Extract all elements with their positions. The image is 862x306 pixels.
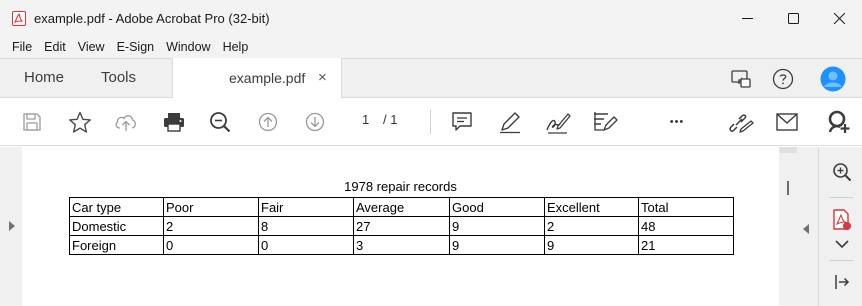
profile-avatar[interactable]	[820, 66, 846, 92]
tab-close-icon[interactable]: ×	[318, 58, 327, 98]
email-icon[interactable]	[774, 109, 800, 135]
window-title: example.pdf - Adobe Acrobat Pro (32-bit)	[34, 10, 270, 26]
comment-icon[interactable]	[449, 109, 475, 135]
tab-bar: Home Tools example.pdf ×	[0, 58, 862, 98]
pdf-page: 1978 repair records Car type Poor Fair A…	[22, 147, 779, 306]
header-cell: Good	[449, 197, 545, 217]
page-number-input[interactable]: 1	[362, 112, 369, 127]
save-icon[interactable]	[19, 109, 45, 135]
more-icon[interactable]: •••	[661, 109, 693, 135]
header-cell: Car type	[69, 197, 164, 217]
panel-divider	[829, 260, 853, 261]
scrollbar-top-cap	[779, 147, 797, 153]
header-cell: Total	[638, 197, 734, 217]
table-cell: 21	[638, 235, 734, 255]
chevron-down-icon[interactable]	[831, 233, 853, 255]
share-link-icon[interactable]	[728, 109, 754, 135]
table-cell: 9	[544, 235, 639, 255]
share-screen-icon[interactable]	[728, 66, 754, 92]
table-row: Foreign 0 0 3 9 9 21	[69, 235, 734, 255]
menu-esign[interactable]: E-Sign	[111, 40, 161, 54]
toolbar: 1 / 1 •••	[0, 98, 862, 146]
add-user-icon[interactable]	[826, 109, 852, 135]
panel-divider	[829, 197, 853, 198]
repair-records-table: Car type Poor Fair Average Good Excellen…	[69, 197, 734, 255]
collapse-panel-icon[interactable]	[831, 271, 853, 293]
table-cell: Foreign	[69, 235, 164, 255]
page-down-icon[interactable]	[302, 109, 328, 135]
table-cell: Domestic	[69, 216, 164, 236]
table-cell: 0	[163, 235, 259, 255]
table-cell: 0	[258, 235, 354, 255]
scrollbar-thumb[interactable]	[787, 181, 789, 195]
header-cell: Poor	[163, 197, 259, 217]
menu-window[interactable]: Window	[160, 40, 216, 54]
menu-file[interactable]: File	[6, 40, 38, 54]
page-up-icon[interactable]	[255, 109, 281, 135]
help-icon[interactable]	[770, 66, 796, 92]
table-cell: 3	[353, 235, 450, 255]
upload-cloud-icon[interactable]	[113, 109, 139, 135]
table-cell: 9	[449, 235, 545, 255]
fill-form-icon[interactable]	[592, 109, 618, 135]
table-header-row: Car type Poor Fair Average Good Excellen…	[69, 197, 734, 217]
acrobat-pdf-icon	[12, 10, 26, 26]
document-tab-label: example.pdf	[229, 70, 306, 86]
vertical-scrollbar[interactable]	[779, 147, 797, 306]
table-cell: 2	[163, 216, 259, 236]
bookmark-star-icon[interactable]	[67, 109, 93, 135]
table-cell: 27	[353, 216, 450, 236]
table-cell: 9	[449, 216, 545, 236]
title-bar: example.pdf - Adobe Acrobat Pro (32-bit)	[0, 0, 862, 36]
right-panel-collapse-icon[interactable]	[803, 224, 809, 234]
tab-document[interactable]: example.pdf ×	[172, 58, 342, 98]
header-cell: Excellent	[544, 197, 639, 217]
menu-help[interactable]: Help	[217, 40, 255, 54]
zoom-panel-icon[interactable]	[831, 161, 853, 183]
highlight-pen-icon[interactable]	[497, 109, 523, 135]
close-icon[interactable]	[816, 0, 862, 36]
minimize-icon[interactable]	[724, 0, 770, 36]
document-workspace: 1978 repair records Car type Poor Fair A…	[0, 147, 862, 306]
maximize-icon[interactable]	[770, 0, 816, 36]
sign-icon[interactable]	[545, 109, 571, 135]
page-total: / 1	[383, 112, 398, 127]
table-row: Domestic 2 8 27 9 2 48	[69, 216, 734, 236]
table-cell: 2	[544, 216, 639, 236]
tab-tools[interactable]: Tools	[101, 59, 136, 97]
header-cell: Average	[353, 197, 450, 217]
export-pdf-icon[interactable]	[831, 209, 853, 231]
table-caption: 1978 repair records	[344, 179, 457, 194]
left-panel-expand-icon[interactable]	[9, 221, 15, 231]
tab-home[interactable]: Home	[24, 59, 64, 97]
table-cell: 48	[638, 216, 734, 236]
header-cell: Fair	[258, 197, 354, 217]
toolbar-divider	[430, 110, 431, 134]
menu-edit[interactable]: Edit	[38, 40, 72, 54]
right-tools-panel	[818, 147, 862, 306]
print-icon[interactable]	[161, 109, 187, 135]
zoom-icon[interactable]	[207, 109, 233, 135]
table-cell: 8	[258, 216, 354, 236]
menu-view[interactable]: View	[72, 40, 111, 54]
menu-bar: File Edit View E-Sign Window Help	[0, 36, 862, 58]
